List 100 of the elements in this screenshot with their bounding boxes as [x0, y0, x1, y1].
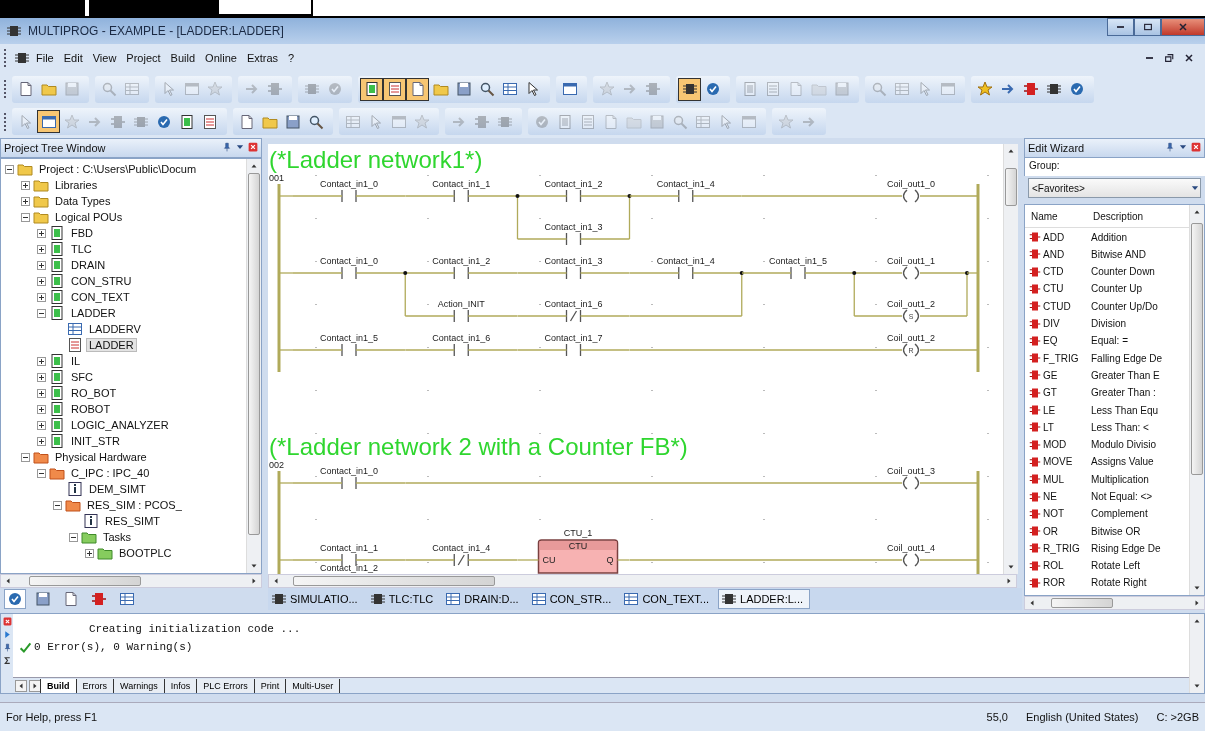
document-tab[interactable]: CON_STR... — [527, 589, 619, 610]
output-tab[interactable]: Infos — [163, 678, 198, 693]
tree-item[interactable]: DRAIN — [68, 258, 109, 273]
document-tab[interactable]: SIMULATIO... — [268, 589, 365, 610]
function-name[interactable]: F_TRIG — [1043, 352, 1079, 364]
function-description: Addition — [1091, 231, 1129, 243]
tree-item[interactable]: LADDER — [68, 306, 119, 321]
tree-item[interactable]: Data Types — [52, 194, 114, 209]
status-text: C: >2GB — [1156, 711, 1199, 724]
contact-label: Contact_in1_5 — [320, 333, 378, 344]
function-name[interactable]: ROR — [1043, 577, 1066, 589]
function-name[interactable]: NE — [1043, 491, 1057, 502]
output-tab[interactable]: Warnings — [113, 678, 165, 693]
output-tab[interactable]: PLC Errors — [196, 678, 255, 693]
group-dropdown[interactable]: <Favorites> — [1028, 178, 1201, 199]
status-text: English (United States) — [1026, 711, 1139, 724]
tree-item[interactable]: INIT_STR — [68, 434, 123, 449]
contact-label: Contact_in1_4 — [656, 256, 715, 267]
function-description: Greater Than : — [1091, 387, 1157, 399]
document-tab[interactable]: CON_TEXT... — [620, 589, 717, 610]
function-name[interactable]: NOT — [1043, 508, 1065, 520]
tree-item[interactable]: RES_SIM : PCOS_ — [84, 498, 185, 513]
function-name[interactable]: GE — [1043, 369, 1058, 381]
function-description: Counter Up/Do — [1091, 300, 1159, 312]
document-tab[interactable]: DRAIN:D... — [442, 589, 526, 610]
coil-label: Coil_out1_2 — [887, 299, 935, 310]
menu-item[interactable]: Extras — [242, 50, 283, 67]
tree-item[interactable]: IL — [68, 354, 84, 369]
contact-label: Contact_in1_6 — [544, 299, 603, 310]
window-title: MULTIPROG - EXAMPLE - [LADDER:LADDER] — [28, 23, 285, 38]
tree-item[interactable]: FBD — [68, 226, 96, 241]
menu-item[interactable]: File — [32, 50, 58, 67]
function-description: Complement — [1091, 508, 1149, 520]
menu-item[interactable]: Online — [201, 50, 241, 67]
tree-item[interactable]: RES_SIMT — [102, 514, 163, 529]
function-name[interactable]: CTUD — [1043, 300, 1071, 312]
tree-item[interactable]: SFC — [68, 370, 96, 385]
tree-item[interactable]: TLC — [68, 242, 95, 257]
column-header[interactable]: Name — [1025, 210, 1093, 222]
column-header[interactable]: Description — [1093, 210, 1189, 222]
contact-label: Contact_in1_4 — [432, 543, 491, 554]
tree-item[interactable]: Tasks — [100, 530, 135, 545]
function-description: Rotate Right — [1091, 577, 1148, 589]
function-name[interactable]: OR — [1043, 525, 1058, 537]
function-description: Multiplication — [1091, 473, 1150, 485]
function-name[interactable]: ADD — [1043, 231, 1065, 243]
tree-item[interactable]: LOGIC_ANALYZER — [68, 418, 172, 433]
tree-item[interactable]: Libraries — [52, 178, 101, 193]
function-name[interactable]: LT — [1043, 421, 1054, 433]
function-description: Equal: = — [1091, 335, 1129, 347]
coil-label: Coil_out1_4 — [887, 543, 935, 554]
tree-item[interactable]: Project : C:\Users\Public\Docum — [36, 162, 200, 177]
output-text: Creating initialization code ... — [89, 623, 301, 636]
function-name[interactable]: AND — [1043, 248, 1065, 260]
function-name[interactable]: DIV — [1043, 318, 1060, 330]
contact-label: Contact_in1_7 — [544, 333, 603, 344]
function-name[interactable]: R_TRIG — [1043, 542, 1080, 554]
function-description: Less Than: < — [1091, 421, 1150, 433]
tree-item[interactable]: RO_BOT — [68, 386, 120, 401]
contact-label: Contact_in1_0 — [320, 466, 378, 477]
function-name[interactable]: MUL — [1043, 473, 1065, 485]
pin-label: CU — [542, 555, 556, 566]
block-instance-label: CTU_1 — [563, 528, 593, 539]
tree-item[interactable]: Physical Hardware — [52, 450, 150, 465]
output-tab[interactable]: Errors — [75, 678, 114, 693]
tree-item[interactable]: CON_STRU — [68, 274, 135, 289]
output-tab[interactable]: Build — [40, 678, 77, 693]
document-tab[interactable]: LADDER:L... — [718, 589, 810, 610]
function-name[interactable]: EQ — [1043, 335, 1058, 347]
tree-item[interactable]: LADDERV — [86, 322, 144, 337]
menu-item[interactable]: View — [88, 50, 121, 67]
coil-label: Coil_out1_2 — [887, 333, 935, 344]
tree-item[interactable]: BOOTPLC — [116, 546, 175, 561]
contact-label: Contact_in1_0 — [320, 256, 378, 267]
function-name[interactable]: CTU — [1043, 283, 1064, 295]
document-tab[interactable]: TLC:TLC — [366, 589, 441, 610]
function-description: Not Equal: <> — [1091, 491, 1154, 502]
menu-item[interactable]: Build — [166, 50, 200, 67]
tree-item[interactable]: CON_TEXT — [68, 290, 133, 305]
function-name[interactable]: ROL — [1043, 560, 1064, 572]
menu-item[interactable]: ? — [284, 50, 299, 67]
tree-item[interactable]: Logical POUs — [52, 210, 126, 225]
contact-label: Contact_in1_1 — [320, 543, 378, 554]
coil-label: Coil_out1_1 — [887, 256, 935, 267]
tree-item[interactable]: DEM_SIMT — [86, 482, 149, 497]
contact-label: Contact_in1_5 — [769, 256, 827, 267]
function-description: Counter Up — [1091, 283, 1144, 295]
menu-item[interactable]: Edit — [59, 50, 87, 67]
function-name[interactable]: GT — [1043, 387, 1057, 399]
function-description: Counter Down — [1091, 266, 1156, 278]
tree-item[interactable]: LADDER — [86, 338, 137, 353]
output-tab[interactable]: Multi-User — [285, 678, 341, 693]
function-name[interactable]: MOVE — [1043, 456, 1073, 468]
function-name[interactable]: MOD — [1043, 439, 1067, 451]
function-name[interactable]: LE — [1043, 404, 1056, 416]
tree-item[interactable]: ROBOT — [68, 402, 114, 417]
function-name[interactable]: CTD — [1043, 266, 1064, 278]
menu-item[interactable]: Project — [122, 50, 165, 67]
status-text: 55,0 — [986, 711, 1008, 724]
tree-item[interactable]: C_IPC : IPC_40 — [68, 466, 153, 481]
